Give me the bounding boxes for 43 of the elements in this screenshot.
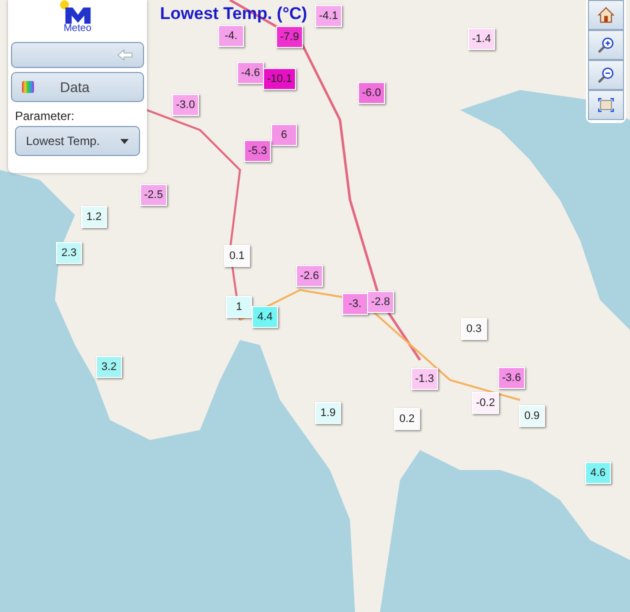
- zoom-in-button[interactable]: [588, 30, 624, 60]
- data-button[interactable]: Data: [11, 72, 144, 102]
- temperature-marker[interactable]: -2.5: [140, 184, 167, 206]
- temperature-marker[interactable]: -7.9: [276, 26, 303, 48]
- zoom-out-button[interactable]: [588, 60, 624, 90]
- parameter-label: Parameter:: [15, 109, 76, 123]
- logo-text: Meteo: [64, 24, 92, 34]
- temperature-marker[interactable]: -1.3: [411, 368, 438, 390]
- temperature-marker[interactable]: -3.6: [498, 367, 525, 389]
- house-icon: [597, 6, 615, 24]
- home-button[interactable]: [588, 0, 624, 30]
- temperature-marker[interactable]: -5.3: [244, 140, 271, 162]
- full-extent-button[interactable]: [588, 90, 624, 120]
- temperature-marker[interactable]: 3.2: [96, 356, 122, 378]
- zoom-in-icon: [597, 36, 615, 54]
- temperature-marker[interactable]: 0.2: [394, 408, 420, 430]
- temperature-marker[interactable]: 1.2: [81, 206, 107, 228]
- full-extent-icon: [597, 96, 615, 114]
- temperature-marker[interactable]: -3.: [342, 293, 368, 315]
- temperature-marker[interactable]: -4.6: [237, 62, 264, 84]
- temperature-marker[interactable]: -1.4: [468, 28, 495, 50]
- zoom-out-icon: [597, 66, 615, 84]
- temperature-marker[interactable]: -4.1: [315, 5, 342, 27]
- color-scale-icon: [22, 81, 34, 93]
- temperature-marker[interactable]: 0.1: [224, 245, 250, 267]
- caret-icon: [120, 138, 129, 144]
- temperature-marker[interactable]: -3.0: [172, 94, 199, 116]
- temperature-marker[interactable]: 4.6: [585, 462, 611, 484]
- temperature-marker[interactable]: 0.9: [519, 405, 545, 427]
- temperature-marker[interactable]: -0.2: [472, 392, 499, 414]
- temperature-marker[interactable]: -2.6: [296, 265, 323, 287]
- temperature-marker[interactable]: -4.: [218, 25, 244, 47]
- temperature-marker[interactable]: -6.0: [358, 82, 385, 104]
- temperature-marker[interactable]: 4.4: [252, 306, 278, 328]
- temperature-marker[interactable]: 6: [271, 124, 297, 146]
- temperature-marker[interactable]: -10.1: [263, 68, 296, 90]
- temperature-marker[interactable]: 2.3: [56, 242, 82, 264]
- temperature-marker[interactable]: 1: [226, 296, 252, 318]
- temperature-marker[interactable]: -2.8: [367, 291, 394, 313]
- parameter-dropdown[interactable]: Lowest Temp.: [15, 126, 140, 156]
- temperature-marker[interactable]: 1.9: [315, 402, 341, 424]
- temperature-marker[interactable]: 0.3: [461, 318, 487, 340]
- arrow-left-icon: [117, 49, 133, 61]
